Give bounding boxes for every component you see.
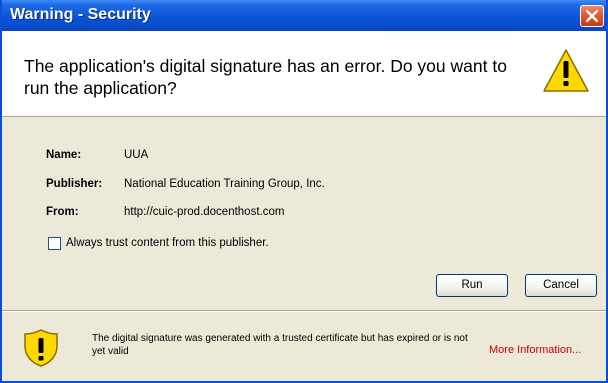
trust-checkbox-label[interactable]: Always trust content from this publisher… [66,237,269,249]
cancel-button[interactable]: Cancel [525,274,597,297]
warning-triangle-icon [543,49,589,92]
title-bar[interactable]: Warning - Security [2,0,606,31]
trust-checkbox[interactable] [48,237,61,250]
from-value: http://cuic-prod.docenthost.com [124,206,285,218]
publisher-value: National Education Training Group, Inc. [124,178,325,190]
security-warning-dialog: Warning - Security The application's dig… [0,0,608,383]
from-label: From: [46,206,79,218]
window-title: Warning - Security [10,6,151,23]
more-information-link[interactable]: More Information... [489,344,581,356]
name-label: Name: [46,149,82,161]
header-message: The application's digital signature has … [24,56,507,98]
dialog-header: The application's digital signature has … [2,31,606,117]
close-icon [586,10,598,22]
publisher-label: Publisher: [46,178,103,190]
run-button[interactable]: Run [436,274,508,297]
name-value: UUA [124,149,149,161]
close-button[interactable] [580,5,604,27]
shield-warning-icon [24,329,58,367]
footer-separator [2,310,606,312]
footer-message: The digital signature was generated with… [92,333,468,357]
